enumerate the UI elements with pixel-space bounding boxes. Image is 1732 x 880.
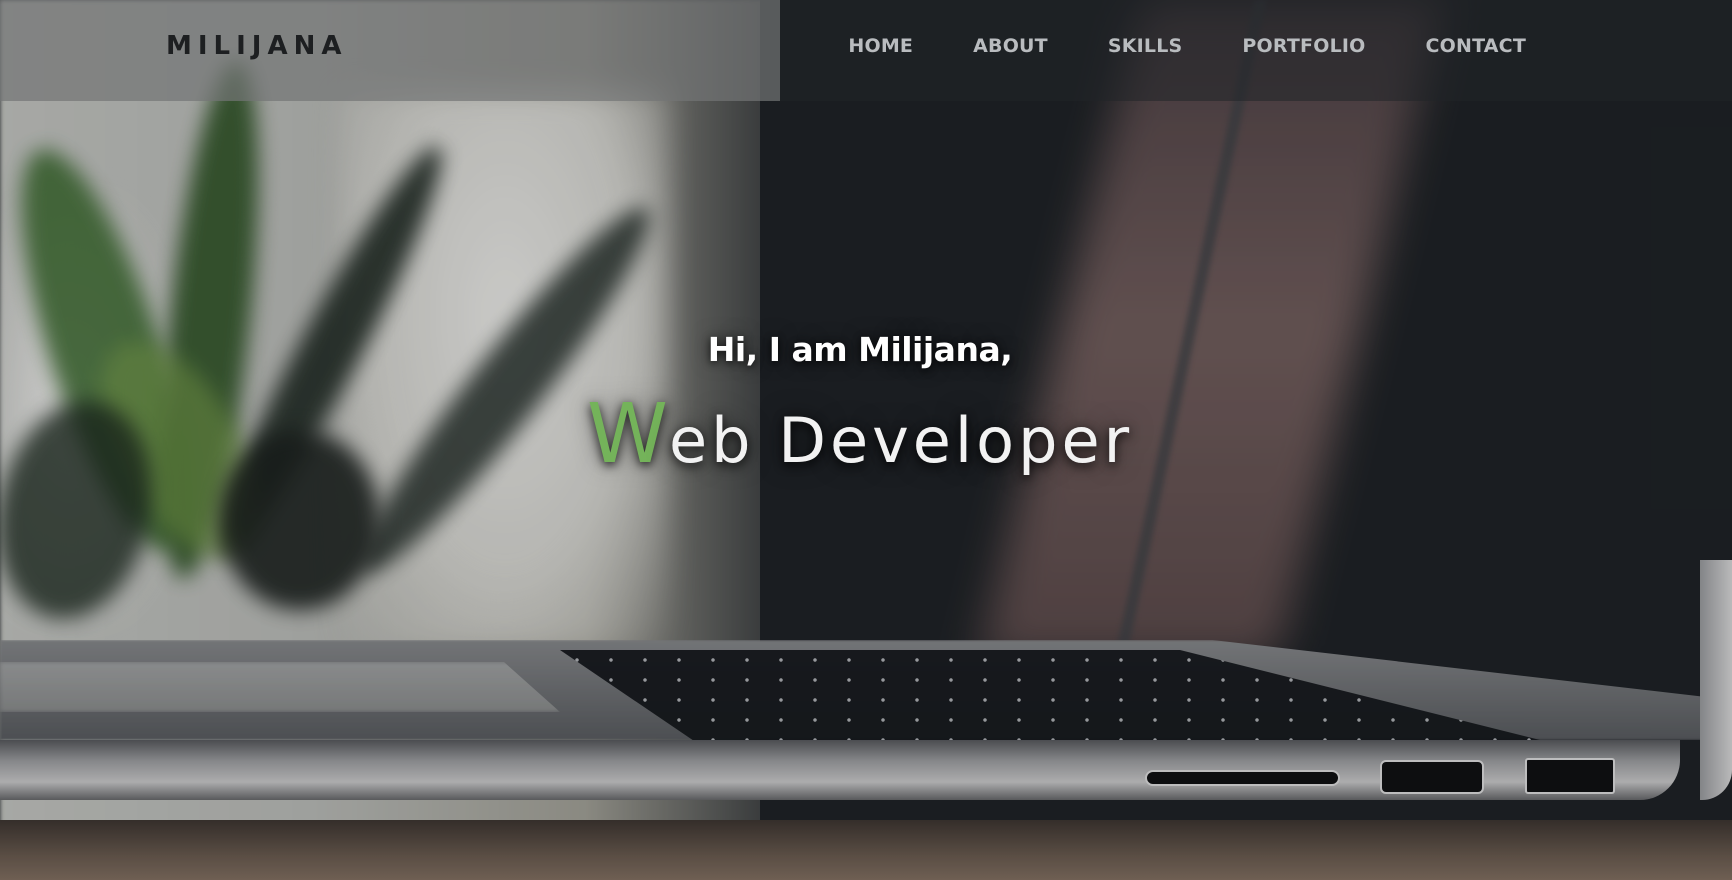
navbar: MILIJANA HOME ABOUT SKILLS PORTFOLIO CON…	[0, 0, 1732, 101]
hero-greeting: Hi, I am Milijana,	[707, 330, 1013, 369]
hero-title-rest: eb Developer	[669, 404, 1134, 477]
hero-title-first-letter: W	[586, 387, 669, 482]
main-nav: HOME ABOUT SKILLS PORTFOLIO CONTACT	[848, 30, 1526, 62]
brand-logo[interactable]: MILIJANA	[166, 28, 347, 64]
nav-skills[interactable]: SKILLS	[1108, 30, 1183, 62]
hero-title: Web Developer	[0, 390, 1720, 486]
nav-home[interactable]: HOME	[848, 30, 913, 62]
navbar-tint	[0, 0, 780, 101]
nav-about[interactable]: ABOUT	[973, 30, 1048, 62]
nav-portfolio[interactable]: PORTFOLIO	[1242, 30, 1365, 62]
nav-contact[interactable]: CONTACT	[1426, 30, 1527, 62]
